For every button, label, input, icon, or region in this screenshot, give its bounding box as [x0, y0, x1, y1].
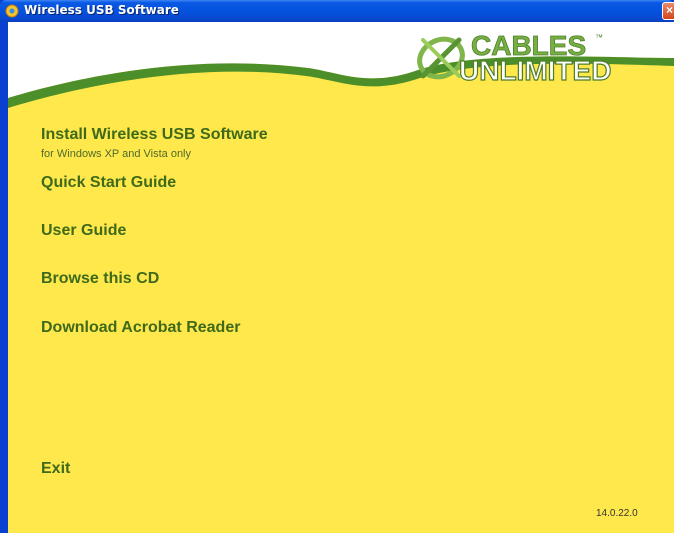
- version-label: 14.0.22.0: [596, 508, 638, 519]
- app-window: Wireless USB Software × CABLES ™ UNLIMIT…: [0, 0, 674, 533]
- app-icon: [5, 4, 19, 18]
- logo-trademark: ™: [595, 33, 603, 42]
- download-acrobat-link[interactable]: Download Acrobat Reader: [41, 319, 240, 337]
- install-subtitle: for Windows XP and Vista only: [41, 148, 192, 160]
- cables-unlimited-logo: CABLES ™ UNLIMITED: [417, 30, 612, 86]
- logo-line2: UNLIMITED: [459, 55, 611, 86]
- close-icon: ×: [666, 3, 674, 17]
- quick-start-guide-link[interactable]: Quick Start Guide: [41, 174, 176, 192]
- browse-cd-link[interactable]: Browse this CD: [41, 270, 159, 288]
- install-software-link[interactable]: Install Wireless USB Software: [41, 126, 268, 144]
- close-button[interactable]: ×: [662, 2, 674, 20]
- client-area: CABLES ™ UNLIMITED Install Wireless USB …: [8, 22, 674, 533]
- exit-link[interactable]: Exit: [41, 460, 70, 478]
- window-title: Wireless USB Software: [24, 3, 179, 17]
- user-guide-link[interactable]: User Guide: [41, 222, 126, 240]
- title-bar[interactable]: Wireless USB Software ×: [0, 0, 674, 22]
